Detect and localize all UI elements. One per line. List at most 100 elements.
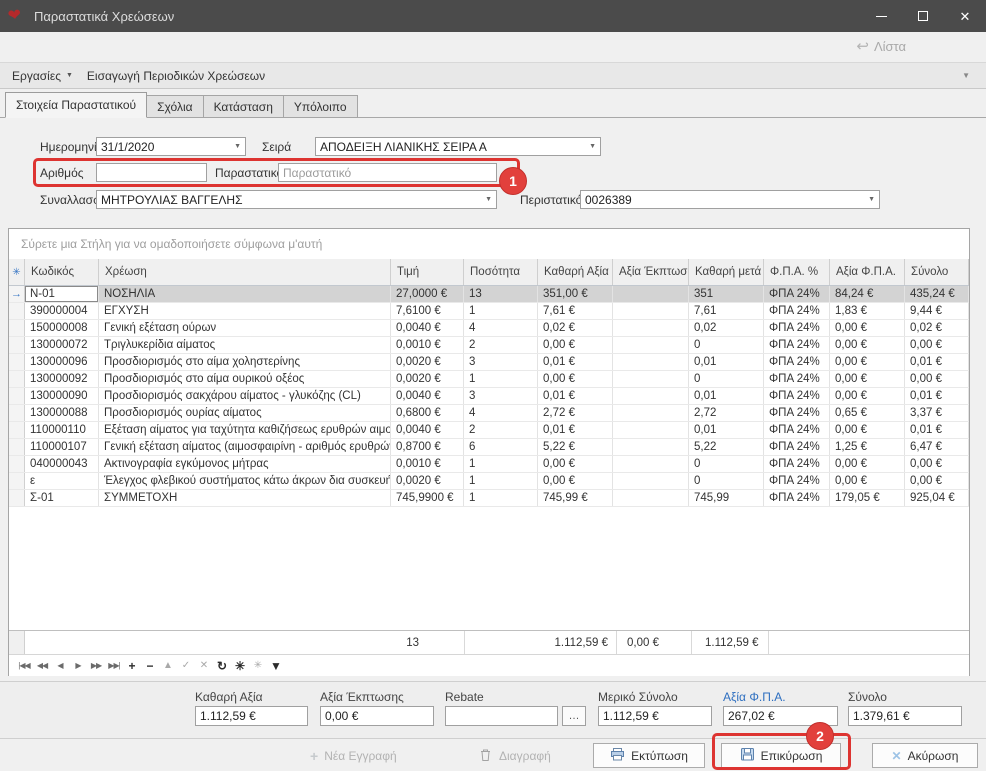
maximize-button[interactable]	[902, 0, 944, 32]
table-row[interactable]: 110000110Εξέταση αίματος για ταχύτητα κα…	[9, 422, 969, 439]
nav-add-icon[interactable]: +	[126, 659, 138, 673]
table-row[interactable]: 390000004ΕΓΧΥΣΗ7,6100 €17,61 €7,61ΦΠΑ 24…	[9, 303, 969, 320]
cell-net_after: 0	[689, 473, 764, 489]
nav-prev-icon[interactable]: ◀	[54, 661, 66, 670]
cell-vat_value: 0,00 €	[830, 422, 905, 438]
column-header-discount[interactable]: Αξία Έκπτωσι	[613, 259, 689, 285]
table-row[interactable]: 040000043Ακτινογραφία εγκύμονος μήτρας0,…	[9, 456, 969, 473]
cell-vat: ΦΠΑ 24%	[764, 490, 830, 506]
document-input[interactable]: Παραστατικό	[278, 163, 497, 182]
incident-input[interactable]: 0026389▼	[580, 190, 880, 209]
close-button[interactable]: ✕	[944, 0, 986, 32]
nav-last-icon[interactable]: ▶▶|	[108, 661, 120, 670]
nav-filter-icon[interactable]: ▼	[270, 659, 282, 673]
cell-vat_value: 84,24 €	[830, 286, 905, 302]
column-header-price[interactable]: Τιμή	[391, 259, 464, 285]
table-row[interactable]: 130000090Προσδιορισμός σακχάρου αίματος …	[9, 388, 969, 405]
column-header-total[interactable]: Σύνολο	[905, 259, 969, 285]
column-header-net[interactable]: Καθαρή Αξία	[538, 259, 613, 285]
cell-name: Γενική εξέταση αίματος (αιμοσφαιρίνη - α…	[99, 439, 391, 455]
row-indicator-cell	[9, 490, 25, 506]
cell-net_after: 0	[689, 456, 764, 472]
column-header-vat_value[interactable]: Αξία Φ.Π.Α.	[830, 259, 905, 285]
nav-next-icon[interactable]: ▶	[72, 661, 84, 670]
totals-label-4: Αξία Φ.Π.Α.	[723, 690, 786, 704]
cancel-button[interactable]: ✕Ακύρωση	[872, 743, 978, 768]
cell-total: 0,01 €	[905, 422, 969, 438]
column-header-vat[interactable]: Φ.Π.Α. %	[764, 259, 830, 285]
table-row[interactable]: Σ-01ΣΥΜΜΕΤΟΧΗ745,9900 €1745,99 €745,99ΦΠ…	[9, 490, 969, 507]
cell-vat: ΦΠΑ 24%	[764, 456, 830, 472]
cell-qty: 1	[464, 303, 538, 319]
tab-Κατάσταση[interactable]: Κατάσταση	[204, 95, 284, 118]
tasks-menu[interactable]: Εργασίες ▼	[12, 69, 73, 83]
totals-input-1[interactable]: 0,00 €	[320, 706, 434, 726]
cell-qty: 1	[464, 371, 538, 387]
cell-vat_value: 0,00 €	[830, 354, 905, 370]
table-row[interactable]: 130000096Προσδιορισμός στο αίμα χοληστερ…	[9, 354, 969, 371]
nav-delete-icon[interactable]: −	[144, 659, 156, 673]
cell-total: 435,24 €	[905, 286, 969, 302]
chevron-down-icon[interactable]: ▼	[589, 143, 596, 150]
tab-Σχόλια[interactable]: Σχόλια	[147, 95, 203, 118]
list-button[interactable]: ↩ Λίστα	[856, 39, 906, 54]
nav-first-icon[interactable]: |◀◀	[18, 661, 30, 670]
totals-input-2[interactable]	[445, 706, 558, 726]
nav-bookmark-icon[interactable]: ✳	[234, 659, 246, 673]
chevron-down-icon[interactable]: ▼	[485, 196, 492, 203]
table-row[interactable]: 110000107Γενική εξέταση αίματος (αιμοσφα…	[9, 439, 969, 456]
chevron-down-icon[interactable]: ▼	[234, 143, 241, 150]
cell-price: 7,6100 €	[391, 303, 464, 319]
column-header-net_after[interactable]: Καθαρή μετά	[689, 259, 764, 285]
cell-total: 0,00 €	[905, 371, 969, 387]
cell-discount	[613, 371, 689, 387]
table-row[interactable]: 130000088Προσδιορισμός ουρίας αίματος0,6…	[9, 405, 969, 422]
rebate-ellipsis-button[interactable]: …	[562, 706, 586, 726]
nav-goto-bookmark-icon: ✳	[252, 660, 264, 671]
tab-Υπόλοιπο[interactable]: Υπόλοιπο	[284, 95, 358, 118]
column-header-qty[interactable]: Ποσότητα	[464, 259, 538, 285]
cell-total: 0,00 €	[905, 473, 969, 489]
tab-Στοιχεία Παραστατικού[interactable]: Στοιχεία Παραστατικού	[5, 92, 147, 118]
table-row[interactable]: 150000008Γενική εξέταση ούρων0,0040 €40,…	[9, 320, 969, 337]
table-row[interactable]: →N-01ΝΟΣΗΛΙΑ27,0000 €13351,00 €351ΦΠΑ 24…	[9, 286, 969, 303]
new-record-button: +Νέα Εγγραφή	[310, 747, 397, 765]
nav-next-page-icon[interactable]: ▶▶	[90, 661, 102, 670]
column-header-code[interactable]: Κωδικός	[25, 259, 99, 285]
cell-discount	[613, 456, 689, 472]
series-input[interactable]: ΑΠΟΔΕΙΞΗ ΛΙΑΝΙΚΗΣ ΣΕΙΡΑ Α▼	[315, 137, 601, 156]
nav-refresh-icon[interactable]: ↻	[216, 659, 228, 673]
number-input[interactable]	[96, 163, 207, 182]
command-combo-arrow-icon[interactable]: ▼	[962, 71, 970, 80]
new-record-button-label: Νέα Εγγραφή	[324, 749, 397, 763]
column-header-name[interactable]: Χρέωση	[99, 259, 391, 285]
totals-input-3[interactable]: 1.112,59 €	[598, 706, 712, 726]
cell-discount	[613, 388, 689, 404]
cell-price: 0,0040 €	[391, 388, 464, 404]
table-row[interactable]: εΈλεγχος φλεβικού συστήματος κάτω άκρων …	[9, 473, 969, 490]
chevron-down-icon[interactable]: ▼	[868, 196, 875, 203]
row-indicator-cell	[9, 422, 25, 438]
cell-qty: 1	[464, 490, 538, 506]
totals-input-0[interactable]: 1.112,59 €	[195, 706, 308, 726]
cell-net_after: 0,01	[689, 422, 764, 438]
row-indicator-cell	[9, 405, 25, 421]
cell-discount	[613, 422, 689, 438]
cell-qty: 4	[464, 405, 538, 421]
totals-label-3: Μερικό Σύνολο	[598, 690, 678, 704]
nav-prev-page-icon[interactable]: ◀◀	[36, 661, 48, 670]
cell-discount	[613, 473, 689, 489]
cell-price: 0,0020 €	[391, 371, 464, 387]
cell-discount	[613, 320, 689, 336]
totals-input-5[interactable]: 1.379,61 €	[848, 706, 962, 726]
print-button[interactable]: Εκτύπωση	[593, 743, 705, 768]
cell-net: 0,00 €	[538, 337, 613, 353]
grid-header-row: ✳ΚωδικόςΧρέωσηΤιμήΠοσότηταΚαθαρή ΑξίαΑξί…	[9, 259, 969, 286]
command-combo-value[interactable]: Εισαγωγή Περιοδικών Χρεώσεων	[87, 69, 265, 83]
cell-qty: 6	[464, 439, 538, 455]
partner-input[interactable]: ΜΗΤΡΟΥΛΙΑΣ ΒΑΓΓΕΛΗΣ▼	[96, 190, 497, 209]
table-row[interactable]: 130000092Προσδιορισμός στο αίμα ουρικού …	[9, 371, 969, 388]
table-row[interactable]: 130000072Τριγλυκερίδια αίματος0,0010 €20…	[9, 337, 969, 354]
date-input[interactable]: 31/1/2020▼	[96, 137, 246, 156]
minimize-button[interactable]	[860, 0, 902, 32]
